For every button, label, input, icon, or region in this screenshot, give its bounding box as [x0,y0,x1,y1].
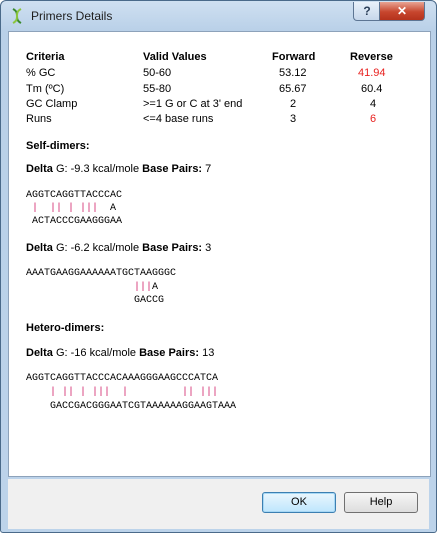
reverse-value-cell: 41.94 [358,67,386,79]
self-dimers-heading: Self-dimers: [26,140,90,152]
ok-button[interactable]: OK [262,492,336,513]
details-panel: Criteria Valid Values Forward Reverse % … [8,31,431,477]
primers-details-window: Primers Details ? ✕ Criteria Valid Value… [0,0,437,533]
dimer-top-strand: AGGTCAGGTTACCCAC [26,190,123,201]
criteria-header: Criteria [26,51,65,63]
delta-g-line: Delta G: -6.2 kcal/mole Base Pairs: 3 [26,242,211,254]
hetero-dimers-heading: Hetero-dimers: [26,322,105,334]
dimer-match-marks: | || | ||| | || ||| [26,387,218,398]
dimer-bottom-strand: ACTACCCGAAGGGAA [26,216,123,227]
delta-g-line: Delta G: -16 kcal/mole Base Pairs: 13 [26,347,214,359]
dimer-match-marks: | || | ||| A [26,203,116,214]
criteria-cell: % GC [26,67,56,79]
valid-values-header: Valid Values [143,51,207,63]
forward-value-cell: 2 [290,98,297,110]
base-pairs-label: Base Pairs: [142,242,203,254]
criteria-cell: GC Clamp [26,98,78,110]
title-help-button[interactable]: ? [353,2,381,21]
window-title: Primers Details [31,9,113,23]
valid-value-cell: 50-60 [143,67,172,79]
base-pairs-value: 13 [199,347,215,359]
dimer-top-strand: AAATGAAGGAAAAAATGCTAAGGGC [26,268,177,279]
reverse-value-cell: 60.4 [361,83,383,95]
delta-value: G: -16 kcal/mole [52,347,140,359]
forward-value-cell: 65.67 [279,83,307,95]
base-pairs-label: Base Pairs: [142,163,203,175]
delta-value: G: -9.3 kcal/mole [52,163,143,175]
delta-label: Delta [26,242,53,254]
valid-value-cell: <=4 base runs [143,113,214,125]
match-marks: | || | ||| [26,203,111,214]
criteria-cell: Tm (ºC) [26,83,65,95]
base-pairs-label: Base Pairs: [139,347,200,359]
delta-g-line: Delta G: -9.3 kcal/mole Base Pairs: 7 [26,163,211,175]
delta-value: G: -6.2 kcal/mole [52,242,143,254]
reverse-header: Reverse [350,51,393,63]
dimer-bottom-strand: GACCG [26,295,165,306]
forward-header: Forward [272,51,316,63]
base-pairs-value: 3 [202,242,212,254]
valid-value-cell: >=1 G or C at 3' end [143,98,243,110]
dimer-mismatch-base: A [152,282,159,293]
delta-label: Delta [26,347,53,359]
reverse-value-cell: 6 [370,113,377,125]
base-pairs-value: 7 [202,163,212,175]
criteria-cell: Runs [26,113,52,125]
dimer-bottom-strand: GACCGACGGGAATCGTAAAAAAGGAAGTAAA [26,401,237,412]
forward-value-cell: 3 [290,113,297,125]
dimer-match-marks: |||A [26,282,158,293]
match-marks: | || | ||| | || ||| [26,387,219,398]
delta-label: Delta [26,163,53,175]
forward-value-cell: 53.12 [279,67,307,79]
close-button[interactable]: ✕ [379,2,425,21]
reverse-value-cell: 4 [370,98,377,110]
valid-value-cell: 55-80 [143,83,172,95]
dna-helix-icon [12,8,22,24]
dimer-top-strand: AGGTCAGGTTACCCACAAAGGGAAGCCCATCA [26,373,219,384]
help-button[interactable]: Help [344,492,418,513]
dimer-mismatch-base: A [110,203,117,214]
match-marks: ||| [26,282,153,293]
title-bar[interactable]: Primers Details ? ✕ [1,1,436,31]
